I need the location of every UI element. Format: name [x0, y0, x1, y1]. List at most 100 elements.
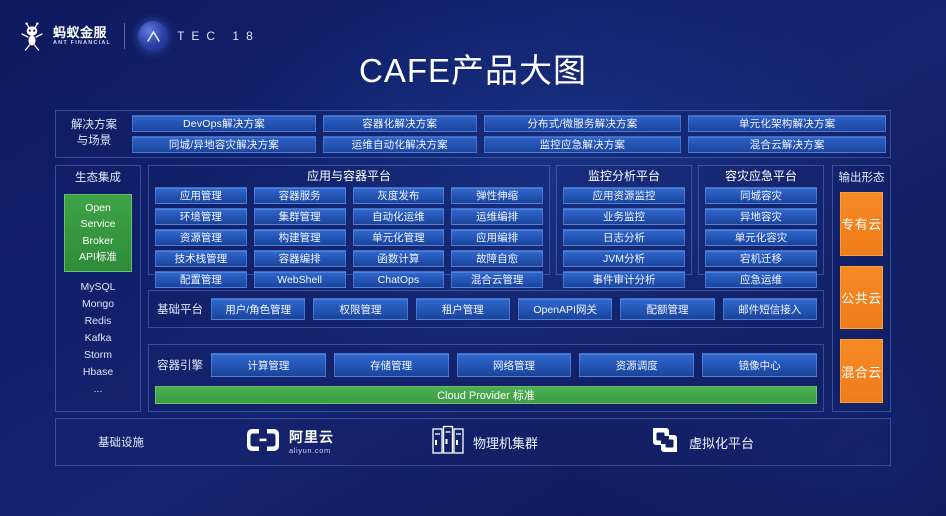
- solutions-grid: DevOps解决方案 容器化解决方案 分布式/微服务解决方案 单元化架构解决方案…: [132, 115, 886, 153]
- monitor-cell[interactable]: 日志分析: [563, 229, 685, 246]
- ecosystem-standard-item: Service: [80, 218, 116, 231]
- monitor-cell[interactable]: 事件审计分析: [563, 271, 685, 288]
- ecosystem-item: Kafka: [84, 332, 112, 345]
- container-engine-cells: 计算管理 存储管理 网络管理 资源调度 镜像中心: [211, 353, 823, 377]
- container-engine-label: 容器引擎: [157, 360, 203, 372]
- monitor-cell[interactable]: JVM分析: [563, 250, 685, 267]
- ecosystem-item: Redis: [84, 315, 112, 328]
- output-forms-title: 输出形态: [838, 172, 885, 185]
- ecosystem-title: 生态集成: [75, 172, 121, 185]
- base-platform-cell[interactable]: 权限管理: [313, 298, 408, 320]
- physical-cluster-label: 物理机集群: [473, 435, 539, 451]
- dr-cell[interactable]: 宕机迁移: [705, 250, 817, 267]
- infrastructure-item-aliyun: 阿里云 aliyun.com: [246, 427, 334, 458]
- dr-cell[interactable]: 应急运维: [705, 271, 817, 288]
- platform-cell[interactable]: 灰度发布: [352, 187, 445, 204]
- output-form-item[interactable]: 混合云: [840, 339, 883, 403]
- solution-item[interactable]: 同城/异地容灾解决方案: [132, 136, 316, 153]
- aliyun-domain: aliyun.com: [289, 445, 331, 455]
- virtualization-icon: [650, 425, 680, 460]
- aliyun-wordmark: 阿里云 aliyun.com: [289, 430, 334, 455]
- ecosystem-list: MySQL Mongo Redis Kafka Storm Hbase ...: [56, 279, 140, 398]
- atec-letters: TEC 18: [177, 29, 260, 43]
- solution-item[interactable]: 混合云解决方案: [688, 136, 886, 153]
- platform-cell[interactable]: 集群管理: [253, 208, 346, 225]
- platform-cell[interactable]: 单元化管理: [352, 229, 445, 246]
- dr-cell[interactable]: 同城容灾: [705, 187, 817, 204]
- base-platform-cell[interactable]: 用户/角色管理: [211, 298, 306, 320]
- app-container-platform-grid: 应用管理 容器服务 灰度发布 弹性伸缩 环境管理 集群管理 自动化运维 运维编排…: [155, 187, 543, 288]
- cloud-provider-bar: Cloud Provider 标准: [155, 386, 817, 404]
- output-forms-panel: 输出形态 专有云 公共云 混合云: [832, 165, 891, 412]
- ecosystem-standard-item: Open: [85, 202, 111, 214]
- dr-cell[interactable]: 单元化容灾: [705, 229, 817, 246]
- base-platform-panel: 基础平台 用户/角色管理 权限管理 租户管理 OpenAPI网关 配额管理 邮件…: [148, 290, 824, 328]
- solution-item[interactable]: 监控应急解决方案: [483, 136, 682, 153]
- page-title: CAFE产品大图: [358, 52, 587, 89]
- container-engine-cell[interactable]: 镜像中心: [702, 353, 817, 377]
- base-platform-cell[interactable]: 租户管理: [415, 298, 510, 320]
- base-platform-cell[interactable]: OpenAPI网关: [517, 298, 613, 320]
- platform-cell[interactable]: 资源管理: [155, 229, 247, 246]
- infrastructure-item-physical: 物理机集群: [432, 425, 538, 460]
- infrastructure-items: 阿里云 aliyun.com 物理机集群 虚拟化平台: [186, 425, 890, 460]
- monitor-platform-list: 应用资源监控 业务监控 日志分析 JVM分析 事件审计分析: [563, 187, 685, 288]
- ecosystem-item: Storm: [83, 349, 112, 362]
- solution-item[interactable]: 分布式/微服务解决方案: [483, 115, 682, 132]
- output-forms-stack: 专有云 公共云 混合云: [840, 192, 883, 403]
- solutions-row-2: 同城/异地容灾解决方案 运维自动化解决方案 监控应急解决方案 混合云解决方案: [132, 136, 886, 153]
- container-engine-cell[interactable]: 存储管理: [333, 353, 449, 377]
- ecosystem-standard-box: Open Service Broker API标准: [64, 194, 132, 273]
- monitor-platform-title: 监控分析平台: [587, 168, 660, 183]
- platform-cell[interactable]: WebShell: [253, 271, 346, 288]
- infrastructure-item-virtual: 虚拟化平台: [650, 425, 754, 460]
- solution-item[interactable]: DevOps解决方案: [132, 115, 316, 132]
- platform-cell[interactable]: 应用管理: [155, 187, 247, 204]
- app-container-platform-panel: 应用与容器平台 应用管理 容器服务 灰度发布 弹性伸缩 环境管理 集群管理 自动…: [148, 165, 550, 288]
- platform-cell[interactable]: 构建管理: [253, 229, 346, 246]
- aliyun-cloud-icon: [246, 427, 280, 458]
- ecosystem-standard-item: Broker: [82, 234, 114, 247]
- platform-cell[interactable]: 配置管理: [155, 271, 247, 288]
- platform-cell[interactable]: 容器服务: [253, 187, 346, 204]
- ecosystem-item: MySQL: [80, 281, 116, 294]
- container-engine-cell[interactable]: 资源调度: [579, 353, 695, 377]
- infrastructure-panel: 基础设施 阿里云 aliyun.com 物理机集群 虚拟化平台: [55, 418, 891, 466]
- ecosystem-panel: 生态集成 Open Service Broker API标准 MySQL Mon…: [55, 165, 141, 412]
- monitor-cell[interactable]: 应用资源监控: [563, 187, 685, 204]
- output-form-item[interactable]: 公共云: [840, 265, 883, 330]
- platform-cell[interactable]: 容器编排: [253, 250, 346, 267]
- ecosystem-item: ...: [93, 383, 103, 396]
- container-engine-cell[interactable]: 网络管理: [456, 353, 572, 377]
- monitor-cell[interactable]: 业务监控: [563, 208, 685, 225]
- platform-cell[interactable]: 环境管理: [155, 208, 247, 225]
- ant-name-cn: 蚂蚁金服: [53, 24, 108, 40]
- platform-cell[interactable]: 自动化运维: [352, 208, 445, 225]
- output-form-item[interactable]: 专有云: [840, 192, 883, 256]
- base-platform-cell[interactable]: 配额管理: [620, 298, 715, 320]
- infrastructure-label: 基础设施: [98, 437, 144, 449]
- platform-cell[interactable]: 应用编排: [451, 229, 543, 246]
- container-engine-row: 容器引擎 计算管理 存储管理 网络管理 资源调度 镜像中心: [149, 345, 823, 385]
- solutions-label-line2: 与场景: [76, 135, 112, 147]
- platform-cell[interactable]: 函数计算: [352, 250, 445, 267]
- infrastructure-row: 基础设施 阿里云 aliyun.com 物理机集群 虚拟化平台: [56, 419, 890, 465]
- solution-item[interactable]: 单元化架构解决方案: [688, 115, 886, 132]
- base-platform-cell[interactable]: 邮件短信接入: [722, 298, 817, 320]
- base-platform-label: 基础平台: [157, 304, 203, 316]
- container-engine-cell[interactable]: 计算管理: [211, 353, 326, 377]
- platform-cell[interactable]: 运维编排: [451, 208, 543, 225]
- platform-cell[interactable]: 混合云管理: [451, 271, 543, 288]
- solutions-label-line1: 解决方案: [71, 119, 117, 132]
- base-platform-row: 基础平台 用户/角色管理 权限管理 租户管理 OpenAPI网关 配额管理 邮件…: [149, 291, 823, 327]
- platform-cell[interactable]: 故障自愈: [451, 250, 543, 267]
- app-container-platform-title: 应用与容器平台: [306, 168, 391, 183]
- solution-item[interactable]: 运维自动化解决方案: [322, 136, 477, 153]
- platform-cell[interactable]: ChatOps: [352, 271, 445, 288]
- ecosystem-item: Mongo: [81, 298, 115, 311]
- dr-platform-list: 同城容灾 异地容灾 单元化容灾 宕机迁移 应急运维: [705, 187, 817, 288]
- solution-item[interactable]: 容器化解决方案: [322, 115, 477, 132]
- dr-cell[interactable]: 异地容灾: [705, 208, 817, 225]
- platform-cell[interactable]: 弹性伸缩: [451, 187, 543, 204]
- platform-cell[interactable]: 技术栈管理: [155, 250, 247, 267]
